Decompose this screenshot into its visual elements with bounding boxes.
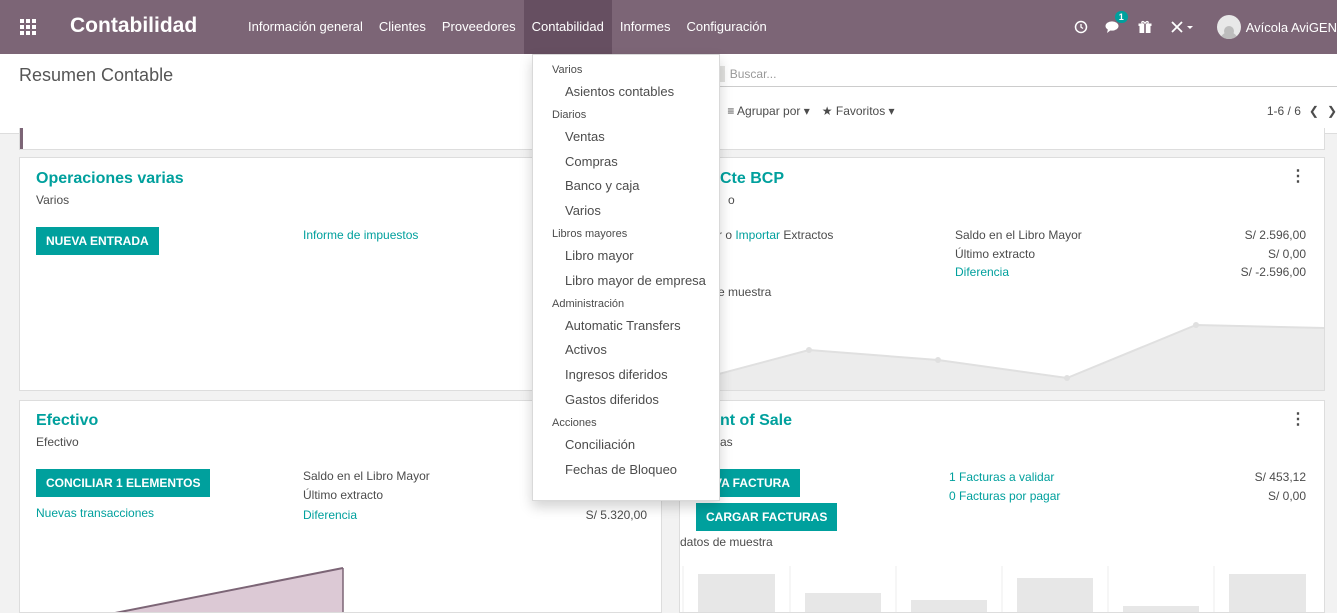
apps-grid-icon[interactable]	[20, 19, 36, 35]
menu-item-fechas-de-bloqueo[interactable]: Fechas de Bloqueo	[533, 458, 719, 483]
contabilidad-dropdown-menu: Varios Asientos contables Diarios Ventas…	[532, 54, 720, 501]
invoices-to-pay-value: S/ 0,00	[1267, 489, 1306, 503]
card-title[interactable]: nt of Sale	[720, 412, 792, 430]
breadcrumb: Resumen Contable	[19, 65, 174, 85]
card-subtitle: as	[720, 435, 733, 449]
menu-clientes[interactable]: Clientes	[371, 0, 434, 54]
sample-line-chart	[666, 322, 1324, 390]
card-cte-bcp: Cte BCP o r o Importar Extractos Saldo e…	[665, 157, 1325, 391]
import-statements: r o Importar Extractos	[718, 228, 834, 242]
main-menu: Información general Clientes Proveedores…	[240, 0, 775, 54]
new-entry-button[interactable]: NUEVA ENTRADA	[36, 227, 159, 255]
sample-bar-chart	[682, 566, 1306, 612]
top-navbar: Contabilidad Información general Cliente…	[0, 0, 1337, 54]
invoices-to-validate-value: S/ 453,12	[1254, 470, 1306, 484]
pager-next-icon[interactable]: ❯	[1327, 104, 1337, 118]
group-by-button[interactable]: ≡ Agrupar por ▾	[727, 104, 809, 118]
card-point-of-sale: nt of Sale as EVA FACTURA CARGAR FACTURA…	[679, 400, 1325, 613]
card-title[interactable]: Operaciones varias	[36, 170, 184, 188]
menu-proveedores[interactable]: Proveedores	[434, 0, 524, 54]
search-options: s ▾ ≡ Agrupar por ▾ ★ Favoritos ▾	[700, 104, 907, 118]
sample-data-label: datos de muestra	[680, 535, 773, 549]
app-brand: Contabilidad	[70, 14, 198, 37]
menu-item-activos[interactable]: Activos	[533, 338, 719, 363]
ledger-balance-value: S/ 2.596,00	[1244, 228, 1306, 242]
section-header-varios: Varios	[552, 64, 583, 76]
tax-report-link[interactable]: Informe de impuestos	[303, 228, 418, 242]
messages-icon[interactable]: 1	[1101, 0, 1128, 54]
menu-item-automatic-transfers[interactable]: Automatic Transfers	[533, 314, 719, 339]
import-link[interactable]: Importar	[735, 228, 780, 242]
menu-item-banco-y-caja[interactable]: Banco y caja	[533, 174, 719, 199]
upload-invoices-button[interactable]: CARGAR FACTURAS	[696, 503, 838, 531]
menu-item-gastos-diferidos[interactable]: Gastos diferidos	[533, 388, 719, 413]
card-title[interactable]: Cte BCP	[720, 170, 784, 188]
chart-point	[1193, 322, 1199, 328]
difference-link[interactable]: Diferencia	[303, 508, 357, 522]
navbar-right: 1 Avícola AviGEN	[1069, 0, 1337, 54]
clock-icon[interactable]	[1069, 0, 1093, 54]
ledger-balance-label: Saldo en el Libro Mayor	[303, 469, 430, 483]
menu-informacion-general[interactable]: Información general	[240, 0, 371, 54]
chart-bar	[1229, 574, 1306, 612]
invoices-to-pay-link[interactable]: 0 Facturas por pagar	[949, 489, 1060, 503]
card-subtitle: o	[728, 193, 735, 207]
difference-link[interactable]: Diferencia	[955, 265, 1009, 279]
invoices-to-validate-link[interactable]: 1 Facturas a validar	[949, 470, 1054, 484]
user-name[interactable]: Avícola AviGEN	[1246, 20, 1337, 35]
chart-point	[806, 347, 812, 353]
chart-bar	[911, 600, 987, 612]
chart-bar	[1123, 606, 1199, 612]
favorites-button[interactable]: ★ Favoritos ▾	[822, 104, 895, 118]
menu-item-libro-mayor[interactable]: Libro mayor	[533, 244, 719, 269]
new-transactions-link[interactable]: Nuevas transacciones	[36, 506, 154, 520]
chart-bar	[1017, 578, 1093, 612]
messages-badge: 1	[1114, 11, 1128, 23]
card-subtitle: Varios	[36, 193, 70, 207]
chart-point	[935, 357, 941, 363]
menu-item-varios[interactable]: Varios	[533, 199, 719, 224]
menu-configuracion[interactable]: Configuración	[678, 0, 774, 54]
search-bar[interactable]: oritos ✖ Buscar...	[672, 61, 1337, 87]
difference-value: S/ 5.320,00	[585, 508, 647, 522]
section-header-administracion: Administración	[552, 297, 625, 310]
menu-item-compras[interactable]: Compras	[533, 150, 719, 175]
gift-icon[interactable]	[1133, 0, 1157, 54]
menu-item-libro-mayor-empresa[interactable]: Libro mayor de empresa	[533, 269, 719, 294]
ledger-balance-label: Saldo en el Libro Mayor	[955, 228, 1082, 242]
reconcile-button[interactable]: CONCILIAR 1 ELEMENTOS	[36, 469, 211, 497]
menu-item-conciliacion[interactable]: Conciliación	[533, 433, 719, 458]
chart-point	[1064, 375, 1070, 381]
menu-item-ingresos-diferidos[interactable]: Ingresos diferidos	[533, 363, 719, 388]
search-input[interactable]: Buscar...	[730, 67, 777, 81]
pager: 1-6 / 6 ❮ ❯	[1259, 104, 1337, 118]
last-statement-label: Último extracto	[303, 488, 384, 502]
chart-bar	[805, 593, 881, 612]
menu-item-asientos-contables[interactable]: Asientos contables	[533, 80, 719, 105]
section-header-acciones: Acciones	[552, 416, 597, 429]
menu-contabilidad[interactable]: Contabilidad	[523, 0, 612, 54]
section-header-libros-mayores: Libros mayores	[552, 227, 628, 240]
sample-data-label: e muestra	[718, 285, 772, 299]
user-avatar[interactable]	[1216, 15, 1241, 39]
card-options-icon[interactable]: ⋮	[1290, 166, 1306, 186]
card-subtitle: Efectivo	[36, 435, 79, 449]
pager-prev-icon[interactable]: ❮	[1309, 104, 1319, 118]
last-statement-label: Último extracto	[955, 247, 1036, 261]
debug-tools-icon[interactable]	[1165, 0, 1199, 54]
difference-value: S/ -2.596,00	[1240, 265, 1306, 279]
section-header-diarios: Diarios	[552, 108, 587, 121]
menu-item-ventas[interactable]: Ventas	[533, 125, 719, 150]
card-title[interactable]: Efectivo	[36, 412, 98, 430]
chart-bar	[698, 574, 775, 612]
last-statement-value: S/ 0,00	[1267, 247, 1306, 261]
card-options-icon[interactable]: ⋮	[1290, 409, 1306, 429]
balance-area-chart	[114, 567, 344, 612]
menu-informes[interactable]: Informes	[612, 0, 679, 54]
pager-value[interactable]: 1-6 / 6	[1267, 104, 1301, 118]
